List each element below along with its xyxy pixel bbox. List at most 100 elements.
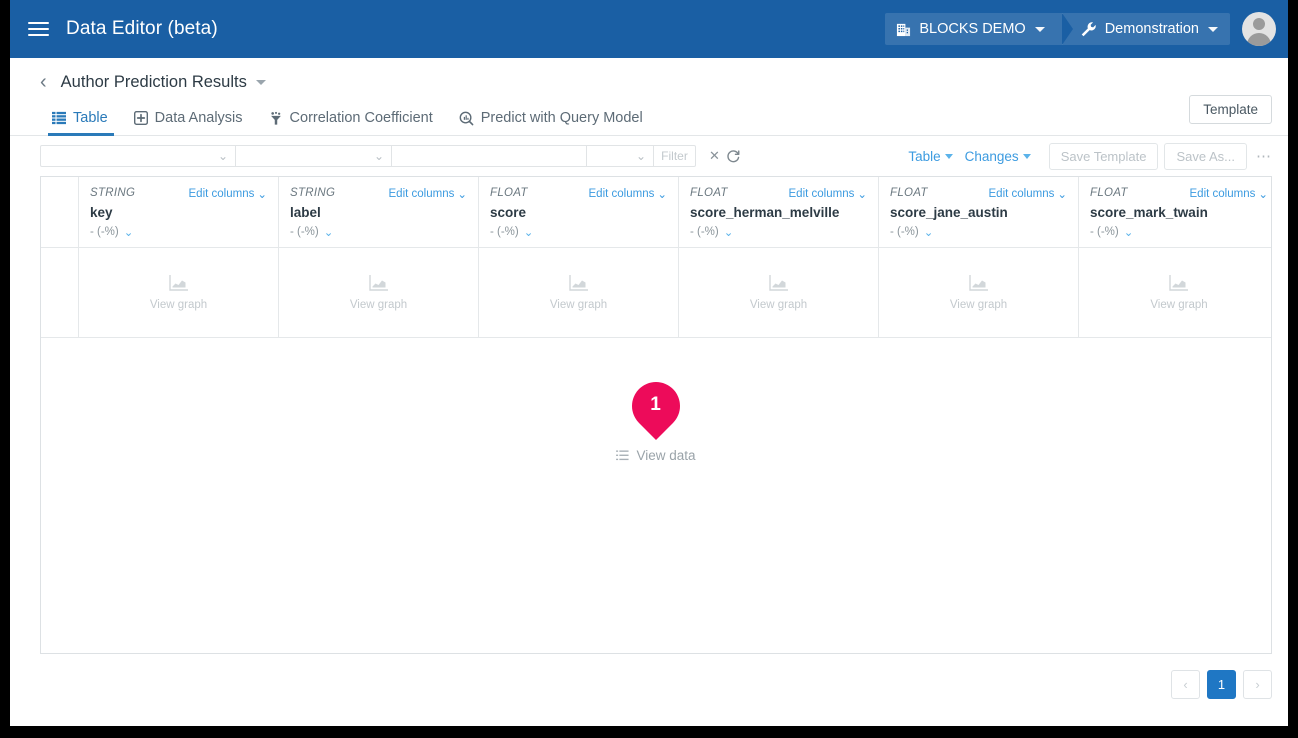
column-type: FLOAT	[1090, 187, 1128, 199]
edit-columns-link[interactable]: Edit columns ⌄	[589, 187, 667, 201]
tab-predict-with-query-model[interactable]: Predict with Query Model	[447, 110, 657, 135]
view-graph-cell[interactable]: View graph	[479, 248, 679, 337]
view-graph-cell[interactable]: View graph	[879, 248, 1079, 337]
pagination-next[interactable]: ›	[1243, 670, 1272, 699]
pagination-page-1[interactable]: 1	[1207, 670, 1236, 699]
view-graph-cell[interactable]: View graph	[279, 248, 479, 337]
chevron-down-icon: ⌄	[523, 227, 534, 239]
save-as-button[interactable]: Save As...	[1164, 142, 1247, 170]
table-icon	[52, 111, 66, 125]
chart-icon	[968, 275, 988, 291]
filter-toolbar: ⌄ ⌄ ⌄ Filter ✕ Table Changes Save Templa…	[10, 136, 1288, 176]
overflow-menu-icon[interactable]: ⋯	[1256, 147, 1272, 165]
data-analysis-icon	[133, 111, 148, 125]
column-stat[interactable]: - (-%) ⌄	[1090, 225, 1268, 239]
column-header-score-jane-austin: FLOAT Edit columns ⌄ score_jane_austin -…	[879, 177, 1079, 247]
clear-x-icon[interactable]: ✕	[709, 148, 720, 164]
column-type: FLOAT	[490, 187, 528, 199]
correlation-icon	[270, 111, 281, 125]
edit-columns-link[interactable]: Edit columns ⌄	[989, 187, 1067, 201]
filter-value-input[interactable]	[391, 145, 587, 167]
template-button[interactable]: Template	[1189, 95, 1272, 124]
empty-state: 1 View data	[41, 372, 1271, 463]
filter-column-select[interactable]: ⌄	[40, 145, 236, 167]
view-graph-cell[interactable]: View graph	[79, 248, 279, 337]
tab-table[interactable]: Table	[40, 110, 122, 136]
edit-columns-link[interactable]: Edit columns ⌄	[389, 187, 467, 201]
column-stat-value: - (-%)	[690, 226, 719, 238]
chevron-down-icon: ⌄	[923, 227, 934, 239]
chevron-down-icon: ⌄	[857, 189, 867, 201]
pagination-prev[interactable]: ‹	[1171, 670, 1200, 699]
column-stat[interactable]: - (-%) ⌄	[690, 225, 867, 239]
chip-separator	[1061, 13, 1073, 45]
column-type: STRING	[290, 187, 336, 199]
column-stat[interactable]: - (-%) ⌄	[490, 225, 667, 239]
view-graph-cell[interactable]: View graph	[1079, 248, 1271, 337]
chevron-down-icon[interactable]	[255, 79, 266, 85]
view-data-button[interactable]: View data	[616, 448, 696, 463]
chevron-left-icon[interactable]: ‹	[40, 72, 47, 92]
tab-data-analysis[interactable]: Data Analysis	[122, 110, 257, 135]
environment-chip-label: Demonstration	[1104, 21, 1199, 37]
edit-columns-link[interactable]: Edit columns ⌄	[789, 187, 867, 201]
chart-icon	[1169, 275, 1188, 291]
column-stat-value: - (-%)	[290, 226, 319, 238]
column-stat-value: - (-%)	[90, 226, 119, 238]
changes-menu[interactable]: Changes	[965, 149, 1031, 164]
column-stat-value: - (-%)	[490, 226, 519, 238]
table-menu-label: Table	[908, 148, 941, 164]
save-template-button[interactable]: Save Template	[1048, 142, 1159, 170]
column-name: score_jane_austin	[890, 205, 1008, 220]
column-header-label: STRING Edit columns ⌄ label - (-%) ⌄	[279, 177, 479, 247]
view-graph-label: View graph	[1150, 299, 1208, 311]
view-graph-label: View graph	[349, 299, 408, 311]
view-graph-label: View graph	[749, 299, 808, 311]
tab-correlation-coefficient[interactable]: Correlation Coefficient	[257, 110, 447, 135]
chevron-down-icon: ⌄	[217, 149, 228, 163]
chevron-down-icon: ⌄	[373, 149, 384, 163]
avatar[interactable]	[1242, 12, 1276, 46]
project-chip[interactable]: BLOCKS DEMO	[885, 13, 1063, 45]
column-header-score-mark-twain: FLOAT Edit columns ⌄ score_mark_twain - …	[1079, 177, 1271, 247]
hamburger-icon[interactable]	[28, 16, 54, 42]
edit-columns-link[interactable]: Edit columns ⌄	[189, 187, 267, 201]
chart-icon	[368, 275, 388, 291]
edit-columns-label: Edit columns	[188, 188, 255, 200]
chevron-down-icon: ⌄	[323, 227, 334, 239]
chevron-down-icon: ⌄	[457, 189, 467, 201]
view-graph-label: View graph	[149, 299, 208, 311]
environment-chip[interactable]: Demonstration	[1061, 13, 1230, 45]
breadcrumb: ‹ Author Prediction Results	[10, 58, 1288, 100]
column-type: FLOAT	[890, 187, 928, 199]
column-stat-value: - (-%)	[1090, 226, 1119, 238]
graph-preview-row: View graph View graph View graph View gr…	[41, 248, 1271, 338]
view-graph-label: View graph	[949, 299, 1008, 311]
filter-operator-select[interactable]: ⌄	[235, 145, 392, 167]
table-menu[interactable]: Table	[908, 148, 953, 164]
app-header-right: BLOCKS DEMO Demonstration	[885, 12, 1276, 46]
chevron-down-icon: ⌄	[257, 189, 267, 201]
column-stat[interactable]: - (-%) ⌄	[890, 225, 1067, 239]
chevron-down-icon: ⌄	[1258, 189, 1268, 201]
list-icon	[616, 450, 630, 461]
wrench-icon	[1080, 21, 1097, 38]
column-stat[interactable]: - (-%) ⌄	[290, 225, 467, 239]
project-chip-label: BLOCKS DEMO	[919, 21, 1026, 37]
column-name: score_herman_melville	[690, 205, 840, 220]
chevron-down-icon	[1208, 26, 1218, 32]
pin-number: 1	[649, 394, 661, 416]
refresh-icon[interactable]	[726, 149, 741, 164]
row-select-column	[41, 248, 79, 337]
view-graph-cell[interactable]: View graph	[679, 248, 879, 337]
predict-icon	[459, 111, 474, 125]
filter-button[interactable]: Filter	[653, 145, 696, 167]
edit-columns-label: Edit columns	[1189, 188, 1256, 200]
column-name: score	[490, 205, 527, 220]
filter-conjunction-select[interactable]: ⌄	[586, 145, 654, 167]
chevron-down-icon: ⌄	[635, 149, 646, 163]
column-stat[interactable]: - (-%) ⌄	[90, 225, 267, 239]
edit-columns-link[interactable]: Edit columns ⌄	[1190, 187, 1268, 201]
column-header-score: FLOAT Edit columns ⌄ score - (-%) ⌄	[479, 177, 679, 247]
chevron-down-icon: ⌄	[657, 189, 667, 201]
